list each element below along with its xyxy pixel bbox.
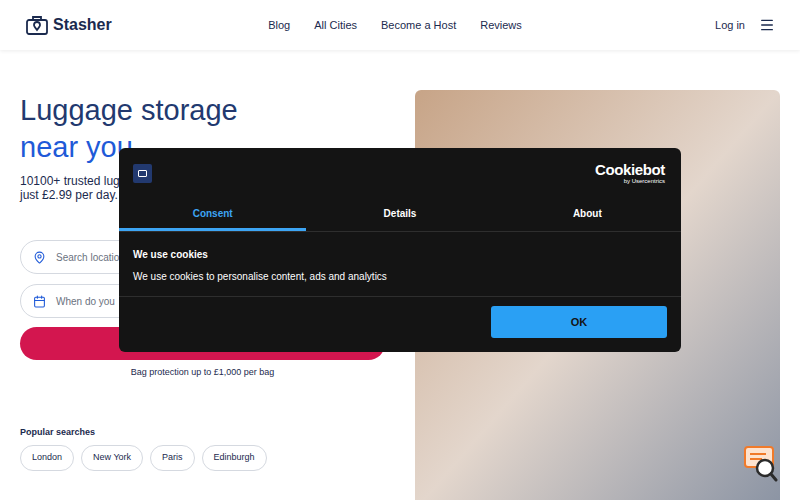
ok-button[interactable]: OK	[491, 306, 667, 338]
nav-link[interactable]: Become a Host	[381, 17, 456, 34]
chat-search-icon[interactable]	[744, 444, 778, 484]
popular-chip[interactable]: New York	[81, 445, 143, 471]
site-logo-icon	[133, 164, 152, 183]
dialog-tab[interactable]: About	[494, 198, 681, 231]
cookiebot-logo: Cookiebotby Usercentrics	[595, 162, 667, 184]
main-nav: Blog All Cities Become a Host Reviews	[265, 17, 535, 34]
pin-icon	[33, 251, 46, 264]
popular-chip[interactable]: Edinburgh	[202, 445, 267, 471]
dialog-text: We use cookies to personalise content, a…	[133, 269, 667, 284]
dialog-tab[interactable]: Consent	[119, 198, 306, 231]
dialog-top: Cookiebotby Usercentrics	[119, 148, 681, 198]
dialog-tab[interactable]: Details	[306, 198, 493, 231]
logo[interactable]: Stasher	[25, 13, 265, 37]
chat-widget[interactable]	[744, 444, 778, 484]
header-actions: Log in	[535, 17, 775, 34]
calendar-icon	[33, 295, 46, 308]
cookie-dialog: Cookiebotby Usercentrics ConsentDetailsAb…	[119, 148, 681, 352]
menu-icon[interactable]	[759, 17, 775, 33]
popular-chip[interactable]: Paris	[150, 445, 195, 471]
popular-chip[interactable]: London	[20, 445, 74, 471]
dialog-body: We use cookies We use cookies to personal…	[119, 232, 681, 297]
popular-title: Popular searches	[20, 426, 385, 440]
protection-note: Bag protection up to £1,000 per bag	[20, 366, 385, 380]
page: Stasher Blog All Cities Become a Host Review…	[0, 0, 800, 500]
logo-text: Stasher	[53, 13, 112, 37]
popular-list: London New York Paris Edinburgh	[20, 445, 385, 471]
dialog-actions: OK	[119, 297, 681, 338]
login-link[interactable]: Log in	[715, 17, 745, 34]
nav-link[interactable]: All Cities	[314, 17, 357, 34]
header: Stasher Blog All Cities Become a Host Review…	[0, 0, 800, 50]
nav-link[interactable]: Reviews	[480, 17, 522, 34]
nav-link[interactable]: Blog	[268, 17, 290, 34]
stasher-logo-icon	[25, 14, 49, 36]
dialog-tabs: ConsentDetailsAbout	[119, 198, 681, 232]
dialog-heading: We use cookies	[133, 247, 667, 262]
